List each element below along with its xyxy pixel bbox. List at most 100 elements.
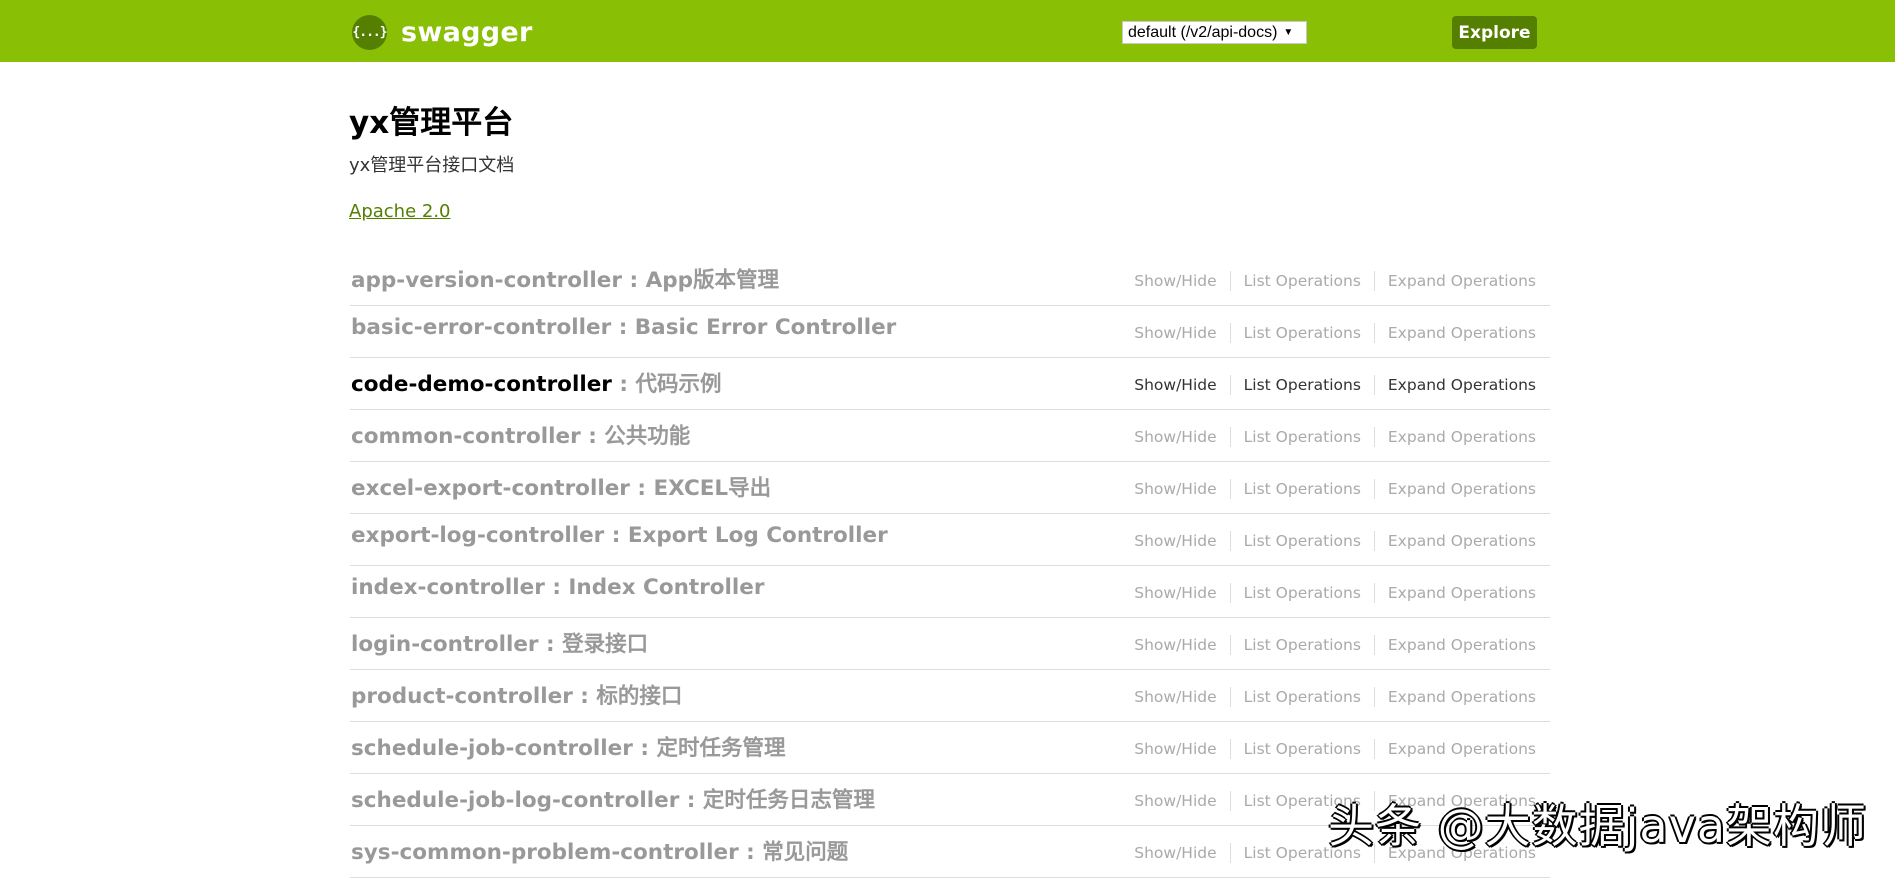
- list-operations-link[interactable]: List Operations: [1229, 739, 1374, 759]
- resource-heading[interactable]: excel-export-controller : EXCEL导出: [351, 471, 771, 502]
- list-operations-link[interactable]: List Operations: [1229, 479, 1374, 499]
- list-operations-link[interactable]: List Operations: [1229, 323, 1374, 343]
- top-header: {...} swagger default (/v2/api-docs) ▼ E…: [0, 0, 1895, 62]
- resource-separator: :: [604, 523, 628, 548]
- show-hide-link[interactable]: Show/Hide: [1134, 427, 1229, 447]
- resource-row: index-controller : Index Controller Show/…: [350, 566, 1550, 618]
- list-operations-link[interactable]: List Operations: [1229, 583, 1374, 603]
- resource-operations: Show/Hide List Operations Expand Operation…: [1134, 531, 1536, 551]
- show-hide-link[interactable]: Show/Hide: [1134, 271, 1229, 291]
- resource-heading[interactable]: sys-common-problem-controller : 常见问题: [351, 835, 848, 866]
- resource-description: Index Controller: [568, 575, 765, 600]
- resource-operations: Show/Hide List Operations Expand Operation…: [1134, 323, 1536, 343]
- expand-operations-link[interactable]: Expand Operations: [1373, 739, 1536, 759]
- resource-row: schedule-job-controller : 定时任务管理 Show/Hid…: [350, 722, 1550, 774]
- expand-operations-link[interactable]: Expand Operations: [1373, 323, 1536, 343]
- list-operations-link[interactable]: List Operations: [1229, 687, 1374, 707]
- explore-button[interactable]: Explore: [1452, 16, 1537, 49]
- resource-name[interactable]: schedule-job-controller: [351, 736, 633, 761]
- resource-operations: Show/Hide List Operations Expand Operation…: [1134, 427, 1536, 447]
- resource-name[interactable]: excel-export-controller: [351, 476, 630, 501]
- resource-description: 代码示例: [635, 372, 722, 397]
- resource-name[interactable]: basic-error-controller: [351, 315, 611, 340]
- api-description: yx管理平台接口文档: [349, 155, 515, 176]
- resource-name[interactable]: sys-common-problem-controller: [351, 840, 739, 865]
- show-hide-link[interactable]: Show/Hide: [1134, 323, 1229, 343]
- show-hide-link[interactable]: Show/Hide: [1134, 843, 1229, 863]
- show-hide-link[interactable]: Show/Hide: [1134, 583, 1229, 603]
- expand-operations-link[interactable]: Expand Operations: [1373, 375, 1536, 395]
- resource-heading[interactable]: product-controller : 标的接口: [351, 679, 682, 710]
- resource-row: code-demo-controller : 代码示例 Show/Hide List…: [350, 358, 1550, 410]
- resource-description: App版本管理: [645, 268, 779, 293]
- resource-heading[interactable]: export-log-controller : Export Log Contr…: [351, 523, 888, 548]
- resource-heading[interactable]: schedule-job-log-controller : 定时任务日志管理: [351, 783, 875, 814]
- resource-name[interactable]: export-log-controller: [351, 523, 604, 548]
- resource-description: 定时任务管理: [656, 736, 786, 761]
- resource-description: 公共功能: [604, 424, 691, 449]
- resource-separator: :: [580, 424, 605, 449]
- resource-heading[interactable]: schedule-job-controller : 定时任务管理: [351, 731, 785, 762]
- resource-operations: Show/Hide List Operations Expand Operation…: [1134, 739, 1536, 759]
- expand-operations-link[interactable]: Expand Operations: [1373, 479, 1536, 499]
- resource-heading[interactable]: app-version-controller : App版本管理: [351, 263, 779, 294]
- resource-separator: :: [538, 632, 563, 657]
- list-operations-link[interactable]: List Operations: [1229, 427, 1374, 447]
- resource-heading[interactable]: index-controller : Index Controller: [351, 575, 764, 600]
- show-hide-link[interactable]: Show/Hide: [1134, 375, 1229, 395]
- resource-name[interactable]: common-controller: [351, 424, 581, 449]
- show-hide-link[interactable]: Show/Hide: [1134, 531, 1229, 551]
- resource-name[interactable]: product-controller: [351, 684, 573, 709]
- show-hide-link[interactable]: Show/Hide: [1134, 635, 1229, 655]
- resource-description: 登录接口: [562, 632, 649, 657]
- expand-operations-link[interactable]: Expand Operations: [1373, 635, 1536, 655]
- resource-separator: :: [632, 736, 657, 761]
- list-operations-link[interactable]: List Operations: [1229, 531, 1374, 551]
- resource-description: 常见问题: [762, 840, 849, 865]
- resource-description: 标的接口: [596, 684, 683, 709]
- show-hide-link[interactable]: Show/Hide: [1134, 791, 1229, 811]
- page-title: yx管理平台: [349, 105, 514, 141]
- expand-operations-link[interactable]: Expand Operations: [1373, 531, 1536, 551]
- expand-operations-link[interactable]: Expand Operations: [1373, 427, 1536, 447]
- resource-row: product-controller : 标的接口 Show/Hide List O…: [350, 670, 1550, 722]
- resource-heading[interactable]: common-controller : 公共功能: [351, 419, 690, 450]
- resource-name[interactable]: app-version-controller: [351, 268, 622, 293]
- list-operations-link[interactable]: List Operations: [1229, 271, 1374, 291]
- resource-heading[interactable]: basic-error-controller : Basic Error Con…: [351, 315, 896, 340]
- watermark: 头条 @大数据java架构师: [1328, 799, 1868, 853]
- show-hide-link[interactable]: Show/Hide: [1134, 739, 1229, 759]
- resource-description: Basic Error Controller: [634, 315, 897, 340]
- resource-name[interactable]: login-controller: [351, 632, 539, 657]
- resource-description: 定时任务日志管理: [702, 788, 875, 813]
- resource-list: app-version-controller : App版本管理 Show/Hid…: [350, 254, 1550, 878]
- api-definition-select[interactable]: default (/v2/api-docs) ▼: [1122, 21, 1307, 44]
- show-hide-link[interactable]: Show/Hide: [1134, 687, 1229, 707]
- logo-text: swagger: [401, 16, 533, 48]
- resource-operations: Show/Hide List Operations Expand Operation…: [1134, 635, 1536, 655]
- resource-separator: :: [621, 268, 646, 293]
- list-operations-link[interactable]: List Operations: [1229, 635, 1374, 655]
- resource-row: export-log-controller : Export Log Contr…: [350, 514, 1550, 566]
- expand-operations-link[interactable]: Expand Operations: [1373, 583, 1536, 603]
- swagger-braces-icon: {...}: [352, 14, 388, 50]
- resource-row: login-controller : 登录接口 Show/Hide List Ope…: [350, 618, 1550, 670]
- resource-operations: Show/Hide List Operations Expand Operation…: [1134, 687, 1536, 707]
- resource-separator: :: [679, 788, 703, 813]
- resource-heading[interactable]: login-controller : 登录接口: [351, 627, 648, 658]
- resource-name[interactable]: code-demo-controller: [351, 372, 612, 397]
- resource-row: excel-export-controller : EXCEL导出 Show/Hi…: [350, 462, 1550, 514]
- resource-description: Export Log Controller: [627, 523, 888, 548]
- list-operations-link[interactable]: List Operations: [1229, 375, 1374, 395]
- resource-separator: :: [629, 476, 654, 501]
- resource-name[interactable]: index-controller: [351, 575, 545, 600]
- resource-heading[interactable]: code-demo-controller : 代码示例: [351, 367, 721, 398]
- resource-row: basic-error-controller : Basic Error Con…: [350, 306, 1550, 358]
- expand-operations-link[interactable]: Expand Operations: [1373, 687, 1536, 707]
- resource-separator: :: [738, 840, 763, 865]
- resource-name[interactable]: schedule-job-log-controller: [351, 788, 679, 813]
- swagger-logo[interactable]: {...} swagger: [352, 14, 533, 50]
- license-link[interactable]: Apache 2.0: [349, 201, 451, 222]
- expand-operations-link[interactable]: Expand Operations: [1373, 271, 1536, 291]
- show-hide-link[interactable]: Show/Hide: [1134, 479, 1229, 499]
